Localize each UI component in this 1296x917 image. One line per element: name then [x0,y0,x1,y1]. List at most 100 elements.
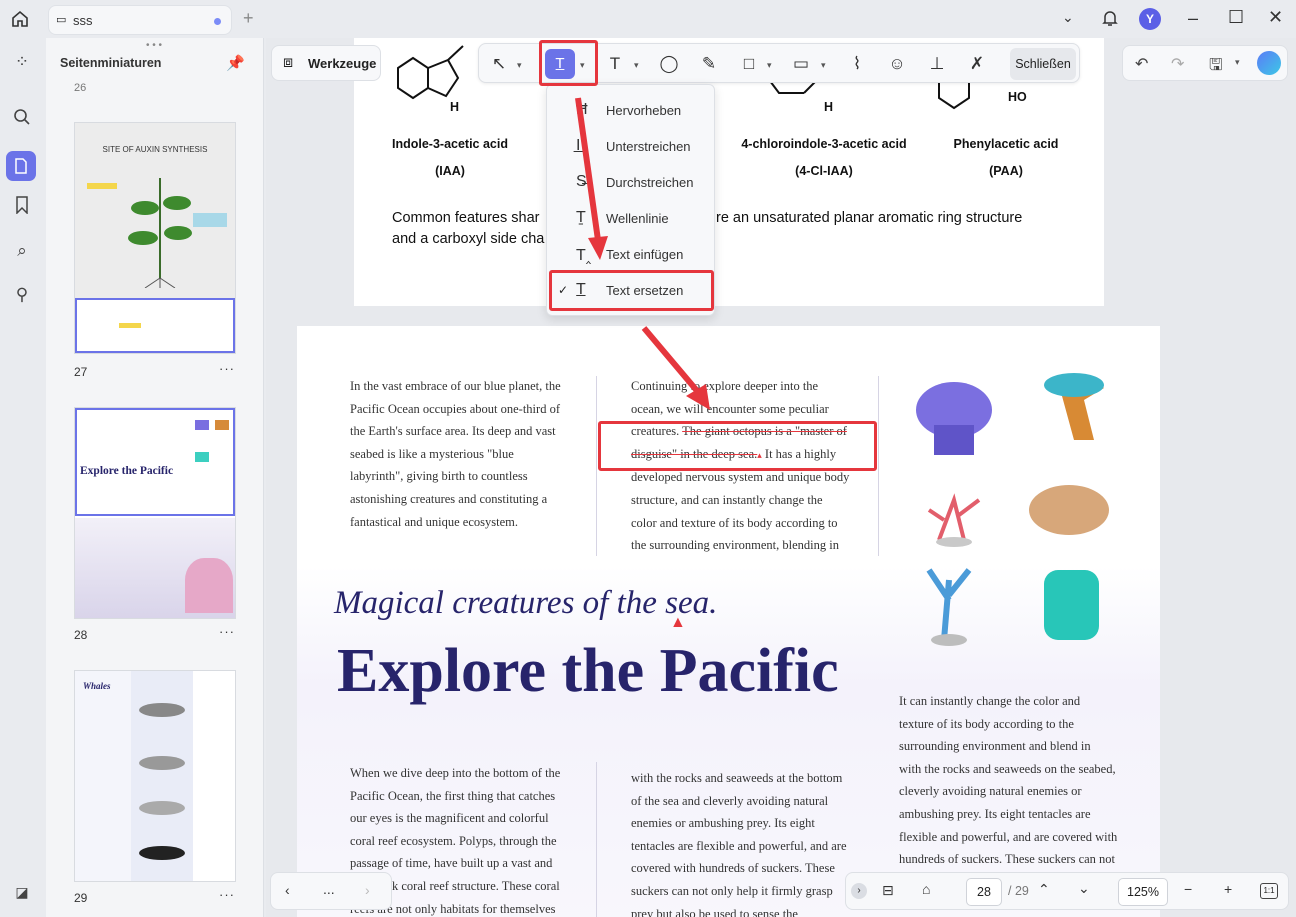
close-toolbar-label: Schließen [1015,57,1071,71]
save-icon[interactable]: 🖫 [1209,54,1223,81]
page-thumbnail-29[interactable]: Whales [74,670,236,882]
fit-actual-size-button[interactable]: 1:1 [1260,883,1278,899]
thumb-title: Whales [83,681,111,691]
panel-title: Seitenminiaturen [60,56,162,70]
grid-icon[interactable]: ⁘ [10,50,34,74]
page-options-27[interactable]: ··· [219,361,235,376]
select-icon[interactable]: ↖ [487,52,511,76]
compound-abbr: (4-Cl-IAA) [795,164,853,178]
article-column-2-bottom: with the rocks and seaweeds at the botto… [631,771,847,917]
page-options-28[interactable]: ··· [219,624,235,639]
toolbox-icon: ⧈ [283,54,294,71]
total-pages: / 29 [1008,884,1029,898]
compound-name: Indole-3-acetic acid [391,137,508,151]
unsaved-dot [214,18,221,25]
thumbnails-icon[interactable] [6,151,36,181]
zoom-in-icon[interactable]: + [1224,881,1232,897]
arrow-annotations [575,97,710,410]
chevron-left-icon[interactable]: ‹ [285,882,290,898]
atom-label: H [824,100,834,114]
page-number-27: 27 [74,365,88,379]
thumb-title: SITE OF AUXIN SYNTHESIS [102,145,208,154]
article-column-3-bottom: It can instantly change the color and tex… [899,694,1118,867]
page-number-input[interactable]: 28 [966,878,1002,906]
tools-label: Werkzeuge [308,56,377,71]
chevron-down-icon[interactable]: ▾ [1235,57,1240,68]
attachment-icon[interactable]: ⚲ [10,283,34,307]
maximize-icon[interactable]: ☐ [1228,8,1244,26]
page-thumbnail-27[interactable]: SITE OF AUXIN SYNTHESIS [74,122,236,354]
search-icon[interactable] [10,108,34,132]
collapse-icon[interactable]: › [851,883,867,899]
pin-icon[interactable]: 📌 [226,54,245,72]
atom-label: HO [1008,90,1027,104]
page-nav-bar: ‹ ... › [270,872,392,910]
coral-illustrations [916,373,1109,646]
signature-icon[interactable]: ✗ [965,52,989,76]
tab-title: sss [73,13,93,28]
title-bar: ▭ sss + ⌄ Y – ☐ ✕ [0,0,1296,38]
close-toolbar-button[interactable]: Schließen [1010,48,1076,80]
comments-icon[interactable]: ⌕ [10,239,34,263]
redo-icon[interactable]: ↷ [1171,54,1184,74]
pencil-icon[interactable]: ✎ [697,52,721,76]
left-rail: ⁘ ⌕ ⚲ ◪ [0,38,44,917]
chevron-down-icon[interactable]: ▾ [821,60,829,70]
chevron-down-icon[interactable]: ▾ [634,60,642,70]
chevron-down-icon[interactable]: ⌄ [1078,880,1090,897]
chevron-down-icon[interactable]: ▾ [767,60,775,70]
zoom-out-icon[interactable]: − [1184,881,1192,897]
bookmark-icon[interactable] [10,196,34,220]
compound-abbr: (IAA) [435,164,465,178]
compound-name: Phenylacetic acid [953,137,1059,151]
comment-icon[interactable]: ◯ [657,52,681,76]
avatar[interactable]: Y [1139,8,1161,30]
compound-abbr: (PAA) [989,164,1023,178]
plant-illustration [128,178,192,288]
panel-drag-handle[interactable]: • • • [146,40,162,51]
more-icon[interactable]: ... [323,881,335,897]
chevron-down-icon[interactable]: ▾ [517,60,525,70]
document-viewer[interactable]: H Indole-3-acetic acid (IAA) H 4-chloroi… [266,38,1296,917]
features-text-right: re an unsaturated planar aromatic ring s… [716,210,1023,226]
chevron-right-icon[interactable]: › [365,882,370,898]
chevron-down-icon[interactable]: ⌄ [1062,10,1074,24]
page-subtitle: Magical creatures of the sea. [334,585,718,621]
page-number-29: 29 [74,891,88,905]
minimize-icon[interactable]: – [1188,9,1198,27]
compound-name: 4-chloroindole-3-acetic acid [741,137,907,151]
undo-icon[interactable]: ↶ [1135,54,1148,74]
sticker-icon[interactable]: ☺ [885,52,909,76]
home-icon[interactable] [10,9,30,32]
text-icon[interactable]: T [603,52,627,76]
page-headline: Explore the Pacific [337,637,839,705]
atom-label: H [450,100,460,114]
rectangle-icon[interactable]: □ [737,52,761,76]
zoom-input[interactable]: 125% [1118,878,1168,906]
bell-icon[interactable] [1100,8,1120,31]
page-thumbnail-28[interactable]: Explore the Pacific [74,407,236,619]
page-options-29[interactable]: ··· [219,887,235,902]
attachment-icon[interactable]: ⌇ [845,52,869,76]
ai-assistant-icon[interactable]: ◪ [10,880,34,904]
caret-marker: ▲ [670,614,686,631]
right-toolbar: ↶ ↷ 🖫 ▾ [1122,45,1288,81]
highlight-box-tool [539,40,598,86]
features-text-left: Common features shar [392,210,540,226]
prev-page-number: 26 [74,82,87,94]
thumbnail-panel: • • • Seitenminiaturen 📌 26 SITE OF AUXI… [46,38,264,917]
article-column-1-top: In the vast embrace of our blue planet, … [350,379,561,529]
document-tab[interactable]: ▭ sss [48,5,232,35]
new-tab-icon[interactable]: + [243,9,254,27]
thumb-title: Explore the Pacific [80,465,174,477]
ai-assistant-icon[interactable] [1257,51,1281,75]
chevron-up-icon[interactable]: ⌃ [1038,881,1050,898]
stamp-icon[interactable]: ⊥ [925,52,949,76]
tools-button[interactable]: ⧈ Werkzeuge [271,45,381,81]
measure-icon[interactable]: ▭ [789,52,813,76]
reading-mode-icon[interactable]: ⊟ [882,882,894,899]
presentation-icon[interactable]: ⌂ [922,881,930,897]
close-icon[interactable]: ✕ [1268,8,1283,26]
comment-icon: ▭ [56,14,67,26]
view-controls-bar: › ⊟ ⌂ 28 / 29 ⌃ ⌄ 125% − + 1:1 [845,872,1289,910]
